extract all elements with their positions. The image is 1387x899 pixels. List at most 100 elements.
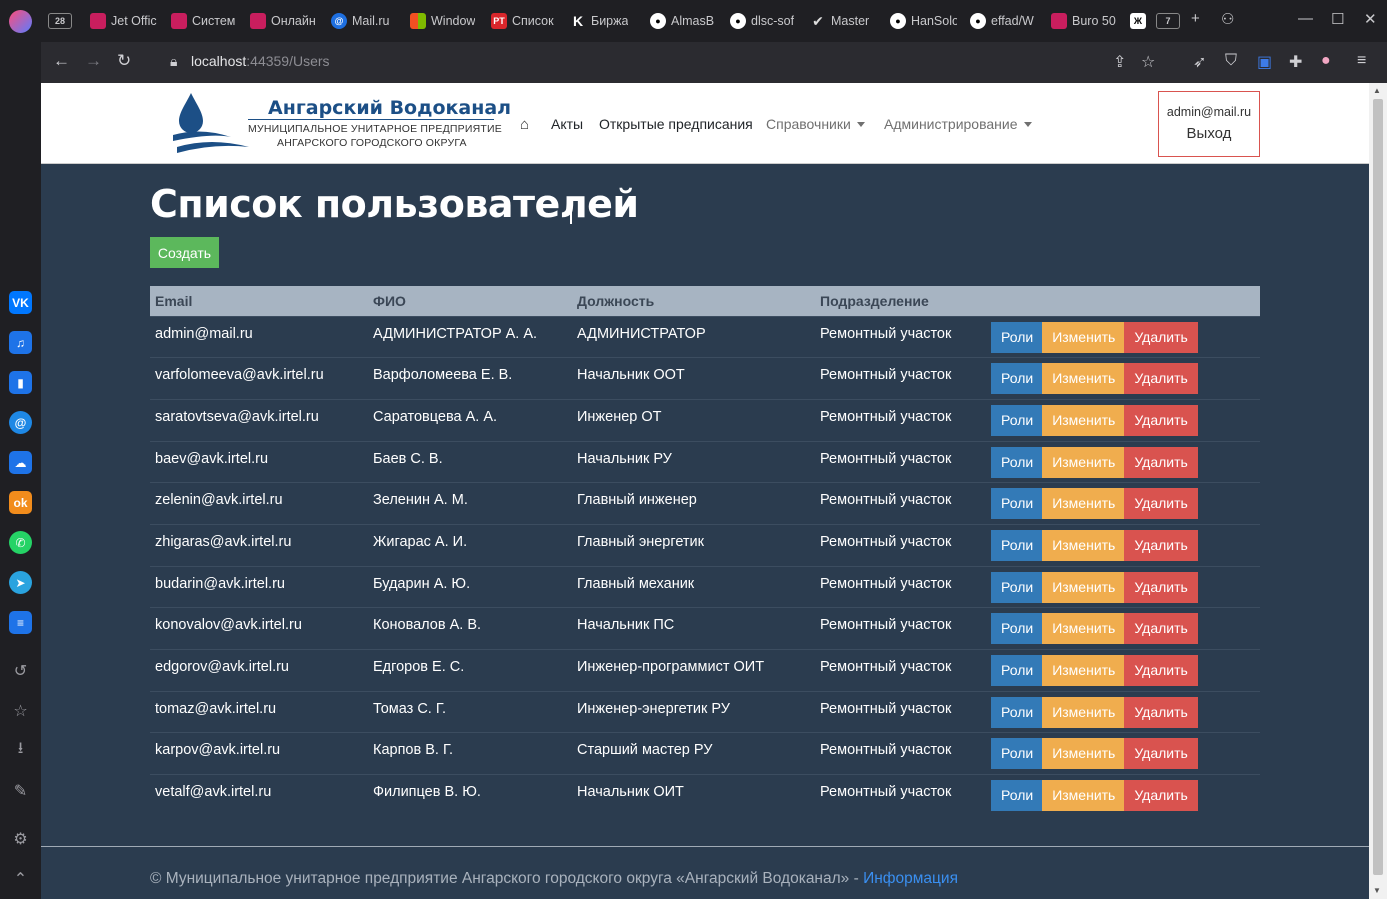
edit-button[interactable]: Изменить xyxy=(1042,321,1126,353)
edit-button[interactable]: Изменить xyxy=(1042,488,1126,520)
bookmark-star-icon[interactable]: ☆ xyxy=(9,699,32,722)
extensions-icon[interactable]: ✎ xyxy=(9,779,32,802)
tab-list[interactable]: PT Список xyxy=(491,10,554,32)
edit-button[interactable]: Изменить xyxy=(1042,571,1126,603)
tab-group[interactable]: 28 xyxy=(48,10,72,32)
edit-button[interactable]: Изменить xyxy=(1042,446,1126,478)
edit-button[interactable]: Изменить xyxy=(1042,738,1126,770)
maximize-icon[interactable]: ☐ xyxy=(1331,10,1344,28)
puzzle-icon[interactable]: ✚ xyxy=(1289,52,1302,72)
close-icon[interactable]: ✕ xyxy=(1364,10,1377,28)
delete-button[interactable]: Удалить xyxy=(1124,529,1198,561)
settings-gear-icon[interactable]: ⚙ xyxy=(9,827,32,850)
roles-button[interactable]: Роли xyxy=(991,446,1044,478)
tab-windows[interactable]: Window xyxy=(410,10,475,32)
share-icon[interactable]: ⇪ xyxy=(1113,52,1126,72)
roles-button[interactable]: Роли xyxy=(991,738,1044,770)
back-icon[interactable]: ← xyxy=(53,51,70,71)
tab-mail[interactable]: @ Mail.ru xyxy=(331,10,390,32)
whatsapp-icon[interactable]: ✆ xyxy=(9,531,32,554)
roles-button[interactable]: Роли xyxy=(991,780,1044,812)
delete-button[interactable]: Удалить xyxy=(1124,488,1198,520)
nav-open-orders[interactable]: Открытые предписания xyxy=(599,116,753,132)
nav-acts[interactable]: Акты xyxy=(551,116,583,132)
scroll-up-icon[interactable]: ▲ xyxy=(1373,86,1381,95)
vk-icon[interactable]: VK xyxy=(9,291,32,314)
delete-button[interactable]: Удалить xyxy=(1124,321,1198,353)
delete-button[interactable]: Удалить xyxy=(1124,571,1198,603)
ok-icon[interactable]: ok xyxy=(9,491,32,514)
url-field[interactable]: localhost:44359/Users xyxy=(191,53,330,69)
create-button[interactable]: Создать xyxy=(150,237,219,268)
roles-button[interactable]: Роли xyxy=(991,488,1044,520)
list-icon[interactable]: ≡ xyxy=(9,611,32,634)
tab-github-3[interactable]: ● HanSolo xyxy=(890,10,957,32)
collapse-chevron-icon[interactable]: ⌃ xyxy=(9,867,32,890)
scrollbar[interactable]: ▲ ▼ xyxy=(1369,83,1387,899)
edit-button[interactable]: Изменить xyxy=(1042,780,1126,812)
bookmark-icon[interactable]: ☆ xyxy=(1141,52,1155,72)
nav-admin-dropdown[interactable]: Администрирование xyxy=(884,116,1032,132)
tab-search-icon[interactable]: ⚇ xyxy=(1221,10,1234,28)
edit-button[interactable]: Изменить xyxy=(1042,529,1126,561)
delete-button[interactable]: Удалить xyxy=(1124,363,1198,395)
edit-button[interactable]: Изменить xyxy=(1042,696,1126,728)
delete-button[interactable]: Удалить xyxy=(1124,613,1198,645)
reload-icon[interactable]: ↻ xyxy=(117,51,131,71)
tab-system[interactable]: Систем xyxy=(171,10,235,32)
edit-button[interactable]: Изменить xyxy=(1042,655,1126,686)
tab-github-1[interactable]: ● AlmasB xyxy=(650,10,714,32)
roles-button[interactable]: Роли xyxy=(991,404,1044,436)
roles-button[interactable]: Роли xyxy=(991,696,1044,728)
tab-exchange[interactable]: K Биржа xyxy=(570,10,629,32)
menu-icon[interactable]: ≡ xyxy=(1357,52,1366,70)
tab-counter[interactable]: 7 xyxy=(1156,10,1180,32)
browser-logo-icon[interactable] xyxy=(9,10,32,33)
edit-button[interactable]: Изменить xyxy=(1042,613,1126,645)
nav-references-dropdown[interactable]: Справочники xyxy=(766,116,865,132)
scrollbar-thumb[interactable] xyxy=(1373,99,1383,875)
delete-button[interactable]: Удалить xyxy=(1124,404,1198,436)
edit-button[interactable]: Изменить xyxy=(1042,363,1126,395)
history-icon[interactable]: ↺ xyxy=(9,659,32,682)
roles-button[interactable]: Роли xyxy=(991,655,1044,686)
site-logo[interactable]: Ангарский Водоканал МУНИЦИПАЛЬНОЕ УНИТАР… xyxy=(171,91,511,155)
delete-button[interactable]: Удалить xyxy=(1124,446,1198,478)
delete-button[interactable]: Удалить xyxy=(1124,780,1198,812)
avatar[interactable]: ● xyxy=(1321,52,1331,70)
translate-icon[interactable]: ▣ xyxy=(1257,52,1272,72)
footer-info-link[interactable]: Информация xyxy=(863,870,958,887)
logout-button[interactable]: Выход xyxy=(1159,125,1259,142)
tab-active-mini[interactable]: Ж xyxy=(1130,10,1146,32)
tab-github-4[interactable]: ● effad/W xyxy=(970,10,1034,32)
forward-icon[interactable]: → xyxy=(85,51,102,71)
roles-button[interactable]: Роли xyxy=(991,363,1044,395)
music-icon[interactable]: ♫ xyxy=(9,331,32,354)
cloud-icon[interactable]: ☁ xyxy=(9,451,32,474)
roles-button[interactable]: Роли xyxy=(991,321,1044,353)
delete-button[interactable]: Удалить xyxy=(1124,738,1198,770)
delete-button[interactable]: Удалить xyxy=(1124,655,1198,686)
rocket-icon[interactable]: ➶ xyxy=(1193,52,1206,72)
minimize-icon[interactable]: — xyxy=(1298,10,1313,27)
tab-jet-office[interactable]: Jet Offic xyxy=(90,10,157,32)
edit-button[interactable]: Изменить xyxy=(1042,404,1126,436)
new-tab-icon[interactable]: + xyxy=(1191,10,1200,27)
mail-icon[interactable]: @ xyxy=(9,411,32,434)
user-email[interactable]: admin@mail.ru xyxy=(1159,105,1259,119)
roles-button[interactable]: Роли xyxy=(991,529,1044,561)
roles-button[interactable]: Роли xyxy=(991,571,1044,603)
nav-home[interactable]: ⌂ xyxy=(520,116,529,133)
shield-icon[interactable]: ⛉ xyxy=(1225,52,1237,70)
download-icon[interactable]: ⭳ xyxy=(9,739,32,762)
tab-github-2[interactable]: ● dlsc-sof xyxy=(730,10,794,32)
delete-button[interactable]: Удалить xyxy=(1124,696,1198,728)
tab-buro[interactable]: Buro 50 xyxy=(1051,10,1116,32)
tab-online[interactable]: Онлайн xyxy=(250,10,316,32)
tab-master[interactable]: ✔ Master xyxy=(810,10,869,32)
roles-button[interactable]: Роли xyxy=(991,613,1044,645)
scroll-down-icon[interactable]: ▼ xyxy=(1373,886,1381,895)
stats-icon[interactable]: ▮ xyxy=(9,371,32,394)
lock-icon[interactable]: 🔒︎ xyxy=(170,53,177,70)
telegram-icon[interactable]: ➤ xyxy=(9,571,32,594)
